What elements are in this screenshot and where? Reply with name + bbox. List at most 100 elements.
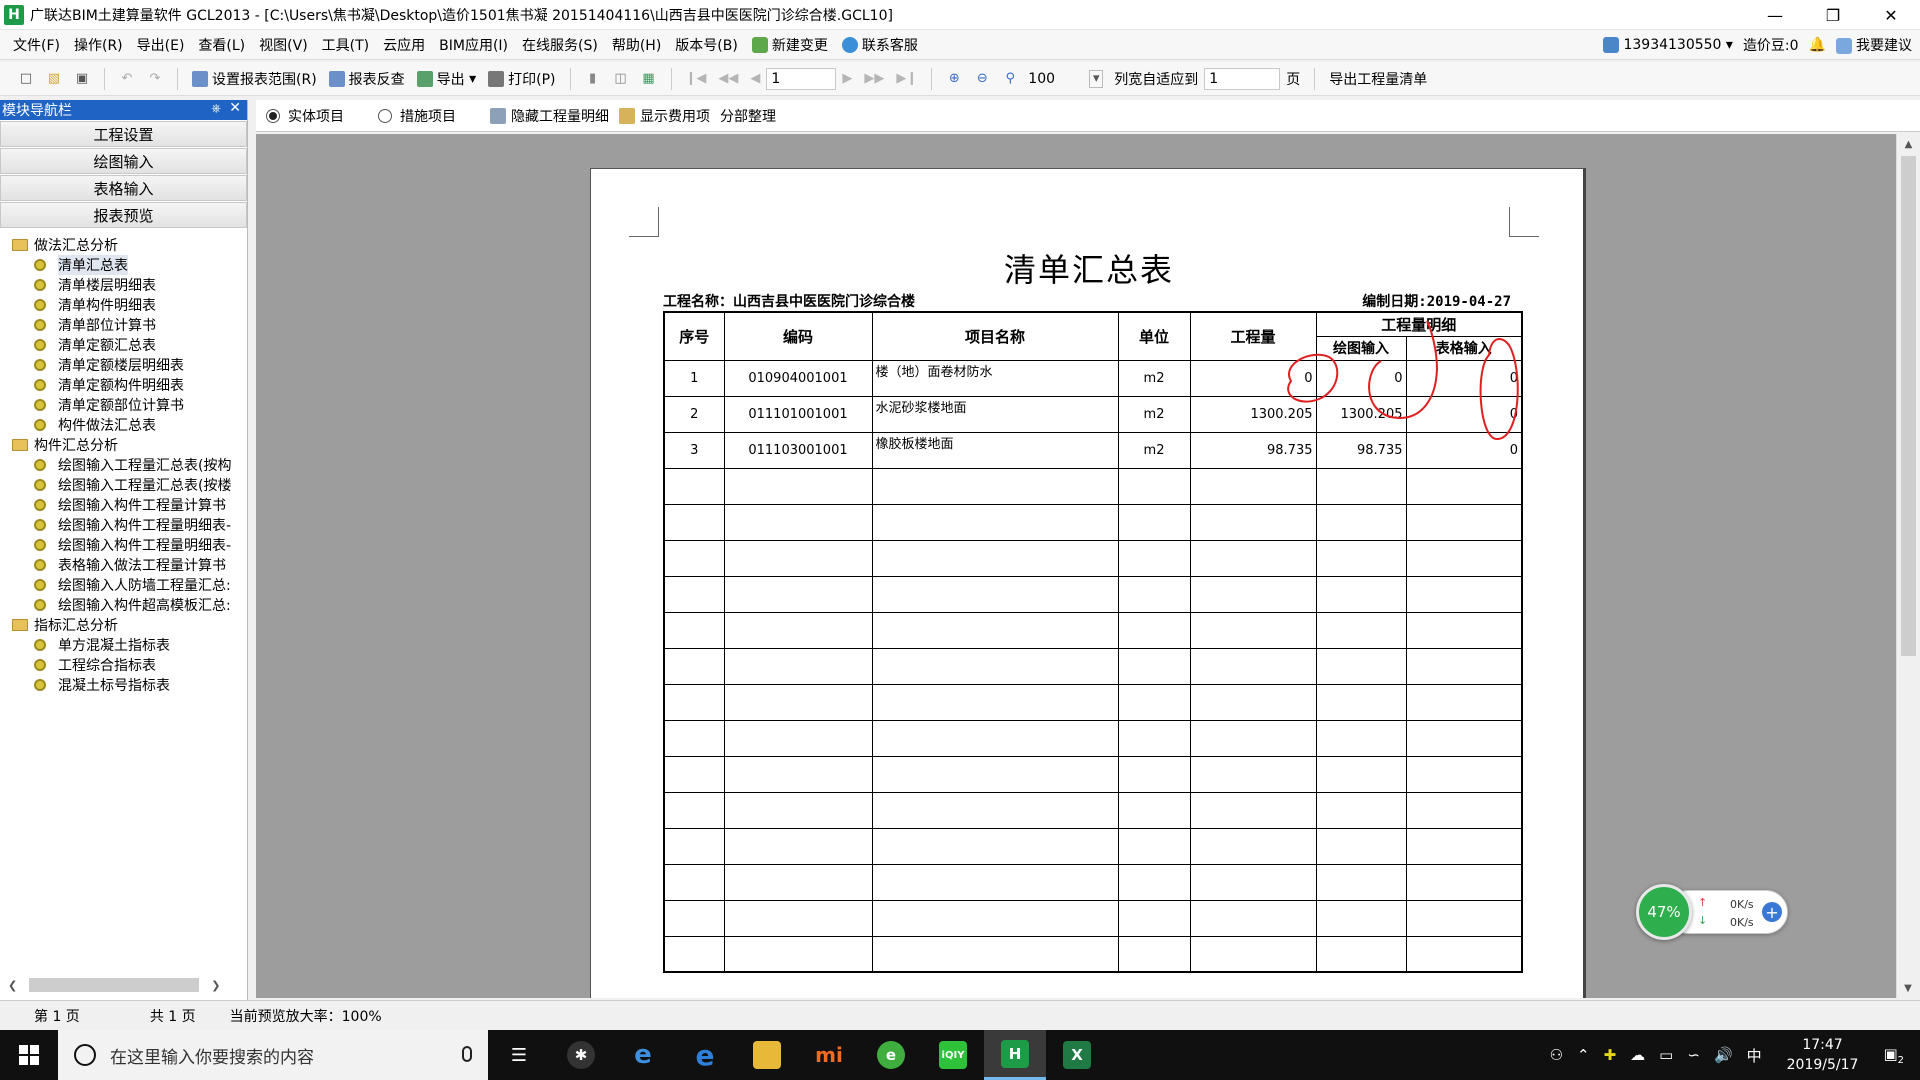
new-change-button[interactable]: 新建变更 — [745, 30, 835, 60]
tree-report-item[interactable]: 绘图输入构件超高模板汇总: — [0, 595, 247, 615]
column-fit-input[interactable]: 1 — [1204, 67, 1281, 90]
pin-icon[interactable]: ⎈ — [211, 101, 221, 116]
restore-button[interactable]: ❐ — [1804, 0, 1862, 30]
single-page-icon[interactable]: ▮ — [584, 70, 602, 88]
scrollbar-thumb[interactable] — [1901, 156, 1916, 656]
tray-app-icon[interactable]: ✚ — [1604, 1046, 1617, 1064]
close-button[interactable]: ✕ — [1862, 0, 1920, 30]
scroll-down-icon[interactable]: ▼ — [1897, 978, 1919, 998]
notification-center-icon[interactable]: ▣2 — [1883, 1045, 1904, 1066]
taskbar-app-excel[interactable]: X — [1046, 1030, 1108, 1080]
taskbar-search[interactable]: 在这里输入你要搜索的内容 — [58, 1030, 488, 1080]
panel-close-icon[interactable]: ✕ — [229, 100, 241, 116]
contact-service-button[interactable]: 联系客服 — [835, 30, 925, 60]
nav-button[interactable]: 工程设置 — [0, 121, 247, 147]
zoom-in-icon[interactable]: ⊕ — [945, 70, 963, 88]
nav-button[interactable]: 报表预览 — [0, 202, 247, 228]
menu-item[interactable]: 版本号(B) — [668, 30, 745, 60]
tree-report-item[interactable]: 绘图输入工程量汇总表(按构 — [0, 455, 247, 475]
network-speed-widget[interactable]: 47% 0K/s 0K/s ↑ ↓ + — [1636, 884, 1792, 940]
zoom-value[interactable]: 100 — [1024, 68, 1084, 90]
nav-button[interactable]: 绘图输入 — [0, 148, 247, 174]
tree-report-item[interactable]: 清单汇总表 — [0, 255, 247, 275]
taskbar-app-edge[interactable]: e — [674, 1030, 736, 1080]
search-icon[interactable]: ⚲ — [1001, 70, 1019, 88]
task-view-button[interactable]: ☰ — [488, 1030, 550, 1080]
tree-report-item[interactable]: 清单构件明细表 — [0, 295, 247, 315]
taskbar-app-glodon[interactable]: H — [984, 1030, 1046, 1080]
menu-item[interactable]: BIM应用(I) — [432, 30, 515, 60]
tree-report-item[interactable]: 构件做法汇总表 — [0, 415, 247, 435]
redo-icon[interactable]: ↷ — [146, 70, 164, 88]
section-arrange-button[interactable]: 分部整理 — [720, 106, 776, 126]
tree-folder[interactable]: 做法汇总分析 — [0, 235, 247, 255]
scrollbar-thumb[interactable] — [29, 978, 200, 992]
page-number-input[interactable]: 1 — [766, 67, 837, 90]
menu-item[interactable]: 文件(F) — [6, 30, 67, 60]
tray-expand-icon[interactable]: ⌃ — [1577, 1046, 1590, 1064]
measure-item-radio[interactable]: 措施项目 — [378, 106, 456, 126]
entity-item-radio[interactable]: 实体项目 — [266, 106, 344, 126]
taskbar-app-pinwheel[interactable]: ✱ — [550, 1030, 612, 1080]
set-report-range-button[interactable]: 设置报表范围(R) — [186, 66, 323, 92]
tree-report-item[interactable]: 表格输入做法工程量计算书 — [0, 555, 247, 575]
tree-report-item[interactable]: 清单定额部位计算书 — [0, 395, 247, 415]
account-menu[interactable]: 13934130550 ▾ — [1603, 37, 1733, 53]
zoom-dropdown-icon[interactable]: ▾ — [1089, 69, 1104, 88]
prev-fast-icon[interactable]: ◀◀ — [718, 71, 738, 86]
menu-item[interactable]: 查看(L) — [191, 30, 252, 60]
tree-report-item[interactable]: 单方混凝土指标表 — [0, 635, 247, 655]
export-quantity-list-button[interactable]: 导出工程量清单 — [1323, 66, 1433, 92]
tree-report-item[interactable]: 绘图输入工程量汇总表(按楼 — [0, 475, 247, 495]
hide-detail-button[interactable]: 隐藏工程量明细 — [490, 106, 609, 126]
battery-icon[interactable]: ▭ — [1659, 1046, 1673, 1064]
volume-icon[interactable]: 🔊 — [1714, 1046, 1733, 1064]
notification-bell-icon[interactable]: 🔔 — [1809, 37, 1826, 53]
menu-item[interactable]: 云应用 — [376, 30, 432, 60]
wifi-icon[interactable]: ∽ — [1687, 1046, 1700, 1064]
taskbar-app-xiaomi[interactable]: mi — [798, 1030, 860, 1080]
new-file-icon[interactable]: □ — [17, 70, 35, 88]
horizontal-scrollbar[interactable]: ❮ ❯ — [8, 976, 238, 994]
cloud-icon[interactable]: ☁ — [1630, 1046, 1645, 1064]
nav-button[interactable]: 表格输入 — [0, 175, 247, 201]
tree-report-item[interactable]: 绘图输入构件工程量明细表- — [0, 535, 247, 555]
zoom-out-icon[interactable]: ⊖ — [973, 70, 991, 88]
scroll-up-icon[interactable]: ▲ — [1897, 134, 1920, 154]
menu-item[interactable]: 帮助(H) — [605, 30, 668, 60]
save-icon[interactable]: ▣ — [73, 70, 91, 88]
taskbar-app-explorer[interactable] — [736, 1030, 798, 1080]
prev-page-icon[interactable]: ◀ — [750, 71, 760, 86]
microphone-icon[interactable] — [462, 1046, 472, 1062]
tree-folder[interactable]: 指标汇总分析 — [0, 615, 247, 635]
first-page-icon[interactable]: ❙◀ — [686, 71, 707, 86]
plus-icon[interactable]: + — [1762, 902, 1782, 922]
menu-item[interactable]: 导出(E) — [130, 30, 192, 60]
menu-item[interactable]: 操作(R) — [67, 30, 130, 60]
taskbar-app-360[interactable]: e — [860, 1030, 922, 1080]
system-clock[interactable]: 17:47 2019/5/17 — [1787, 1035, 1859, 1075]
tree-folder[interactable]: 构件汇总分析 — [0, 435, 247, 455]
people-icon[interactable]: ⚇ — [1550, 1046, 1563, 1064]
open-folder-icon[interactable]: ▧ — [45, 70, 63, 88]
vertical-scrollbar[interactable]: ▲ ▼ — [1896, 134, 1920, 998]
scroll-right-icon[interactable]: ❯ — [211, 979, 220, 992]
report-check-button[interactable]: 报表反查 — [323, 66, 411, 92]
last-page-icon[interactable]: ▶❙ — [896, 71, 917, 86]
next-page-icon[interactable]: ▶ — [842, 71, 852, 86]
taskbar-app-iqiyi[interactable]: iQIY — [922, 1030, 984, 1080]
tree-report-item[interactable]: 清单定额楼层明细表 — [0, 355, 247, 375]
tree-report-item[interactable]: 绘图输入构件工程量明细表- — [0, 515, 247, 535]
tree-report-item[interactable]: 清单定额构件明细表 — [0, 375, 247, 395]
tree-report-item[interactable]: 清单楼层明细表 — [0, 275, 247, 295]
tree-report-item[interactable]: 工程综合指标表 — [0, 655, 247, 675]
menu-item[interactable]: 工具(T) — [315, 30, 376, 60]
ime-indicator[interactable]: 中 — [1747, 1045, 1762, 1066]
start-button[interactable] — [0, 1030, 58, 1080]
taskbar-app-edge-legacy[interactable]: e — [612, 1030, 674, 1080]
next-fast-icon[interactable]: ▶▶ — [864, 71, 884, 86]
print-button[interactable]: 打印(P) — [482, 66, 561, 92]
tree-report-item[interactable]: 清单定额汇总表 — [0, 335, 247, 355]
minimize-button[interactable]: — — [1746, 0, 1804, 30]
double-page-icon[interactable]: ◫ — [612, 70, 630, 88]
